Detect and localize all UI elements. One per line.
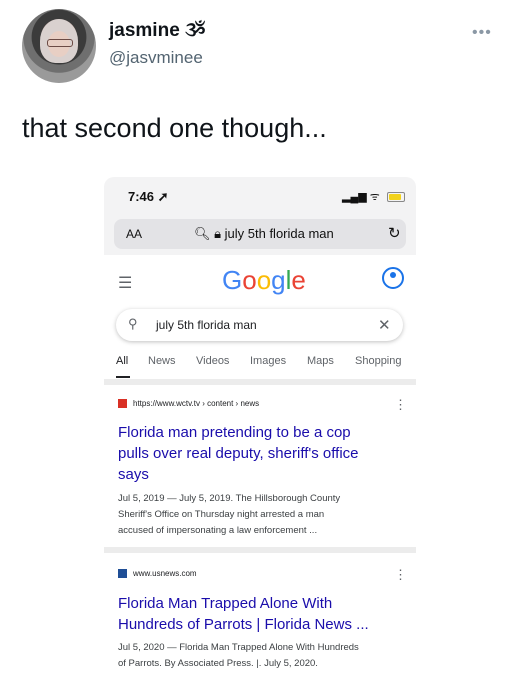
result-cite[interactable]: www.usnews.com (118, 569, 197, 579)
result-title-link[interactable]: Florida Man Trapped Alone With Hundreds … (118, 593, 369, 635)
reload-icon[interactable]: ↻ (388, 224, 401, 242)
signal-wifi-icon: ▂▄▆ ᯤ (342, 191, 380, 203)
result-cite[interactable]: https://www.wctv.tv › content › news (118, 399, 259, 409)
menu-icon[interactable]: ☰ (118, 273, 132, 293)
result-more-icon[interactable]: ⋮ (394, 397, 407, 413)
avatar[interactable] (22, 9, 96, 83)
address-bar[interactable]: AA 🔍︎ 🔒︎ july 5th florida man ↻ (114, 219, 406, 249)
result-more-icon[interactable]: ⋮ (394, 567, 407, 583)
search-tabs: All News Videos Images Maps Shopping (104, 355, 416, 381)
site-favicon-icon (118, 399, 127, 409)
active-tab-indicator (116, 376, 130, 378)
tab-maps[interactable]: Maps (307, 355, 334, 367)
divider (104, 547, 416, 553)
search-result: www.usnews.com ⋮ Florida Man Trapped Alo… (118, 567, 408, 669)
user-handle[interactable]: @jasvminee (109, 48, 203, 68)
avatar-glasses (47, 39, 73, 47)
google-logo-letter: G (222, 265, 243, 295)
google-logo-letter: o (256, 265, 272, 295)
tab-images[interactable]: Images (250, 355, 286, 367)
status-icons: ▂▄▆ ᯤ (342, 189, 405, 204)
more-options-icon[interactable]: ••• (472, 24, 492, 42)
tab-shopping[interactable]: Shopping (355, 355, 402, 367)
tab-news[interactable]: News (148, 355, 176, 367)
tab-videos[interactable]: Videos (196, 355, 229, 367)
result-snippet: Jul 5, 2019 — July 5, 2019. The Hillsbor… (118, 493, 341, 536)
search-input[interactable]: july 5th florida man (156, 318, 257, 332)
google-logo-letter: o (242, 265, 257, 295)
google-logo-letter: e (291, 265, 306, 295)
address-url[interactable]: 🔍︎ 🔒︎ july 5th florida man (194, 226, 334, 242)
display-name[interactable]: jasmine ૐ (109, 20, 206, 42)
battery-icon (386, 192, 405, 203)
divider (104, 379, 416, 385)
text-size-button[interactable]: AA (126, 227, 142, 241)
attached-screenshot[interactable]: 7:46 ➚ ▂▄▆ ᯤ AA 🔍︎ 🔒︎ july 5th florida m… (104, 177, 416, 675)
search-box[interactable]: ⚲ july 5th florida man ✕ (116, 309, 403, 341)
result-snippet: Jul 5, 2020 — Florida Man Trapped Alone … (118, 642, 359, 669)
tweet-text: that second one though... (22, 113, 327, 143)
search-icon: ⚲ (128, 316, 138, 331)
result-title-link[interactable]: Florida man pretending to be a cop pulls… (118, 422, 359, 485)
site-favicon-icon (118, 569, 127, 579)
account-icon[interactable] (382, 267, 404, 289)
google-logo[interactable]: Google (222, 265, 306, 296)
search-result: https://www.wctv.tv › content › news ⋮ F… (118, 397, 408, 549)
google-header: ☰ Google (104, 261, 416, 311)
browser-address-area: AA 🔍︎ 🔒︎ july 5th florida man ↻ (104, 215, 416, 255)
status-time: 7:46 ➚ (128, 189, 169, 204)
clear-icon[interactable]: ✕ (378, 316, 391, 334)
google-logo-letter: g (271, 265, 286, 295)
tab-all[interactable]: All (116, 355, 128, 367)
phone-status-bar: 7:46 ➚ ▂▄▆ ᯤ (104, 177, 416, 217)
